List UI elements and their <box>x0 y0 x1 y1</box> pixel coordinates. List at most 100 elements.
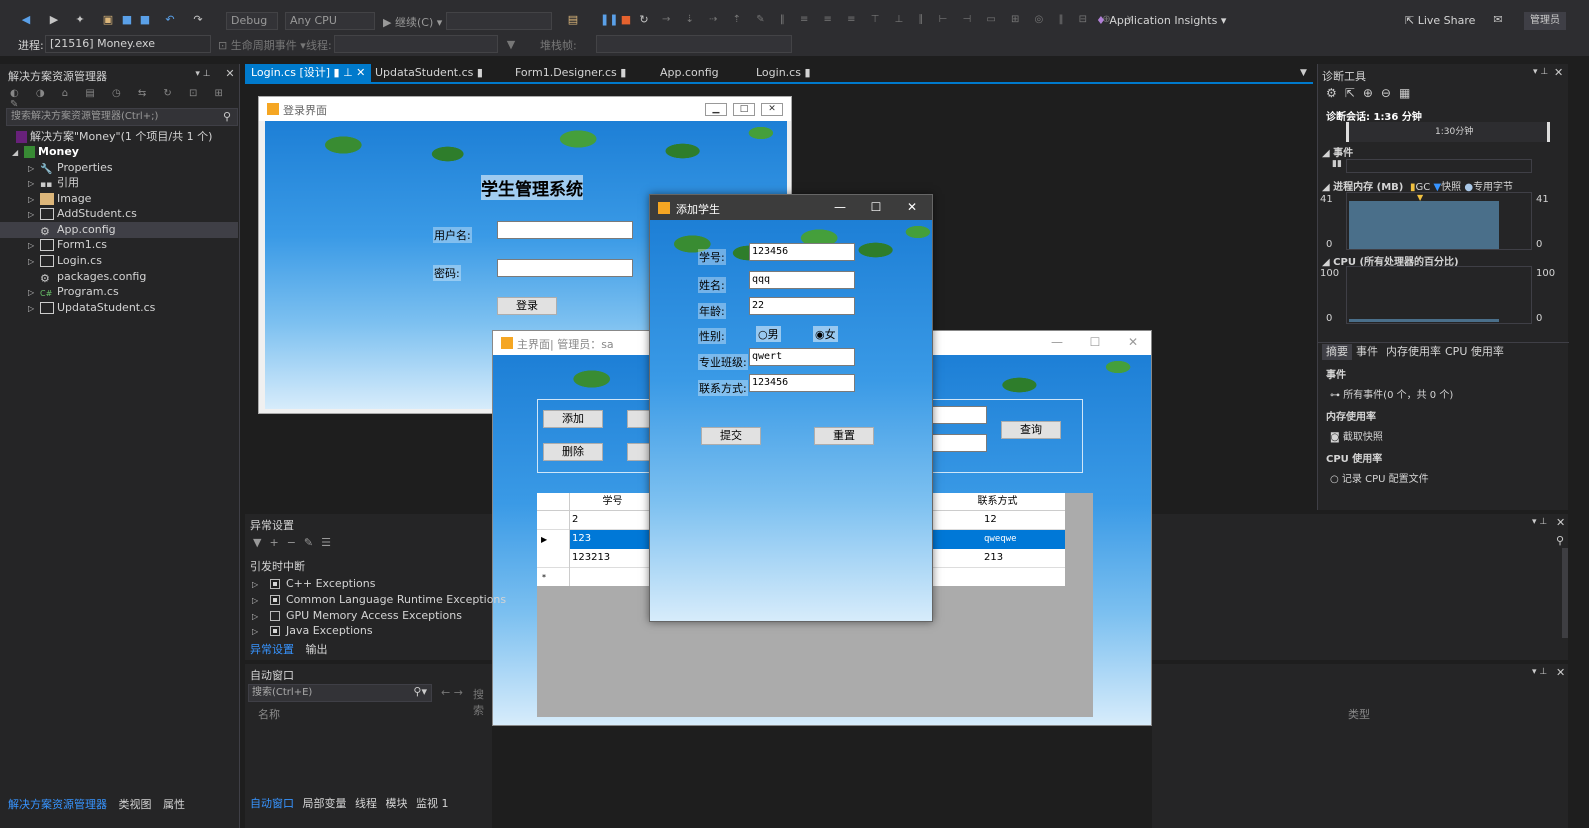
reset-view-icon[interactable]: ▦ <box>1399 86 1418 100</box>
tab-memory-usage[interactable]: 内存使用率 <box>1382 344 1445 360</box>
cpu-graph[interactable] <box>1346 266 1532 324</box>
stop-icon[interactable]: ■ <box>618 12 634 28</box>
search-icon[interactable]: ⚲ <box>1556 534 1564 547</box>
close-icon[interactable]: ✕ <box>761 103 783 116</box>
vertical-scrollbar[interactable] <box>1562 548 1568 638</box>
close-icon[interactable]: ✕ <box>1554 66 1563 79</box>
female-radio[interactable]: ◉女 <box>813 326 838 342</box>
undo-icon[interactable]: ↶ <box>162 12 178 28</box>
save-icon[interactable]: ■ <box>119 12 135 28</box>
query-input-1[interactable] <box>927 406 987 424</box>
settings-icon[interactable]: ⚙ <box>1326 86 1345 100</box>
lifecycle-dropdown[interactable]: ⊡ 生命周期事件 ▾ <box>218 37 306 53</box>
close-icon[interactable]: ✕ <box>1556 516 1565 529</box>
reset-button[interactable]: 重置 <box>814 427 874 445</box>
cell-contact[interactable]: 213 <box>981 549 1003 568</box>
close-icon[interactable]: ✕ <box>898 196 926 218</box>
minimize-icon[interactable]: — <box>826 196 854 218</box>
exception-row-gpu[interactable]: ▷ GPU Memory Access Exceptions <box>252 608 462 624</box>
minimize-icon[interactable]: — <box>1043 331 1071 353</box>
cell-contact[interactable]: qweqwe <box>981 530 1017 549</box>
add-icon[interactable]: + <box>269 536 286 549</box>
male-radio[interactable]: ○男 <box>756 326 781 342</box>
hot-reload-icon[interactable]: ▤ <box>565 12 581 28</box>
id-input[interactable]: 123456 <box>749 243 855 261</box>
solution-search-input[interactable]: 搜索解决方案资源管理器(Ctrl+;) ⚲ <box>6 108 238 126</box>
tab-login-cs[interactable]: Login.cs ▮ <box>750 64 817 82</box>
back-icon[interactable]: ◀ <box>18 12 34 28</box>
config-select[interactable]: Debug <box>226 12 278 30</box>
minimize-icon[interactable]: ▁ <box>705 103 727 116</box>
diag-timeline[interactable]: 1:30分钟 <box>1346 122 1550 142</box>
submit-button[interactable]: 提交 <box>701 427 761 445</box>
panel-pin-icon[interactable]: ▾ ⊥ <box>1532 667 1547 677</box>
export-icon[interactable]: ⇱ <box>1345 86 1363 100</box>
forward-icon[interactable]: ▶ <box>46 12 62 28</box>
maximize-icon[interactable]: ☐ <box>1081 331 1109 353</box>
tab-overflow-icon[interactable]: ▼ <box>1300 68 1307 78</box>
tree-item-updatastudent[interactable]: ▷ UpdataStudent.cs <box>0 300 238 316</box>
tab-autos[interactable]: 自动窗口 <box>245 797 299 810</box>
solution-root[interactable]: 解决方案"Money"(1 个项目/共 1 个) <box>0 129 238 145</box>
tab-class-view[interactable]: 类视图 <box>115 798 156 811</box>
grid-header-id[interactable]: 学号 <box>571 493 651 512</box>
edit-icon[interactable]: ✎ <box>304 536 321 549</box>
add-button[interactable]: 添加 <box>543 410 603 428</box>
memory-graph[interactable]: ▼ <box>1346 192 1532 250</box>
tree-item-addstudent[interactable]: ▷ AddStudent.cs <box>0 206 238 222</box>
redo-icon[interactable]: ↷ <box>190 12 206 28</box>
age-input[interactable]: 22 <box>749 297 855 315</box>
tree-item-form1[interactable]: ▷ Form1.cs <box>0 237 238 253</box>
pause-icon[interactable]: ❚❚ <box>600 12 618 28</box>
restart-icon[interactable]: ↻ <box>636 12 652 28</box>
feedback-icon[interactable]: ✉ <box>1490 12 1506 28</box>
cell-id[interactable]: 123213 <box>569 549 610 568</box>
list-icon[interactable]: ☰ <box>321 536 339 549</box>
insights-button[interactable]: ♦ Application Insights ▾ <box>1096 14 1226 27</box>
close-icon[interactable]: ✕ <box>222 66 238 82</box>
take-snapshot-button[interactable]: ◙ 截取快照 <box>1330 428 1383 443</box>
close-icon[interactable]: ✕ <box>1556 666 1565 679</box>
tab-watch1[interactable]: 监视 1 <box>416 797 449 810</box>
panel-pin-icon[interactable]: ▾ ⊥ <box>1532 517 1547 527</box>
grid-header-contact[interactable]: 联系方式 <box>927 493 1065 512</box>
platform-select[interactable]: Any CPU <box>285 12 375 30</box>
query-input-2[interactable] <box>927 434 987 452</box>
filter-icon[interactable]: ▼ <box>253 536 269 549</box>
tab-appconfig[interactable]: App.config <box>654 64 725 82</box>
delete-button[interactable]: 删除 <box>543 443 603 461</box>
exception-row-clr[interactable]: ▷ Common Language Runtime Exceptions <box>252 592 506 608</box>
tree-item-login[interactable]: ▷ Login.cs <box>0 253 238 269</box>
cell-id[interactable]: 2 <box>569 511 578 530</box>
continue-button[interactable]: ▶ 继续(C) ▾ <box>383 14 442 30</box>
tab-cpu-usage[interactable]: CPU 使用率 <box>1441 344 1508 360</box>
pin-icon[interactable]: ⊥ <box>343 66 356 79</box>
column-type-header[interactable]: 类型 <box>1348 706 1370 722</box>
major-input[interactable]: qwert <box>749 348 855 366</box>
column-name-header[interactable]: 名称 <box>258 706 280 722</box>
cell-contact[interactable]: 12 <box>981 511 997 530</box>
tab-solution-explorer[interactable]: 解决方案资源管理器 <box>0 798 111 811</box>
remove-icon[interactable]: − <box>287 536 304 549</box>
project-row[interactable]: ◢ Money <box>0 144 238 160</box>
zoom-in-icon[interactable]: ⊕ <box>1363 86 1381 100</box>
password-input[interactable] <box>497 259 633 277</box>
tab-locals[interactable]: 局部变量 <box>303 797 352 810</box>
checkbox-icon[interactable] <box>270 579 280 589</box>
open-icon[interactable]: ▣ <box>100 12 116 28</box>
hidden-button-1[interactable] <box>627 410 651 428</box>
tab-modules[interactable]: 模块 <box>386 797 413 810</box>
process-select[interactable]: [21516] Money.exe <box>45 35 211 53</box>
admin-badge[interactable]: 管理员 <box>1524 12 1566 30</box>
tree-item-image[interactable]: ▷ Image <box>0 191 238 207</box>
tree-item-appconfig[interactable]: ⚙ App.config <box>0 222 238 238</box>
hidden-button-2[interactable] <box>627 443 651 461</box>
tab-events[interactable]: 事件 <box>1352 344 1382 360</box>
tab-exception-settings[interactable]: 异常设置 <box>250 643 302 656</box>
checkbox-icon[interactable] <box>270 595 280 605</box>
tree-item-properties[interactable]: ▷ 🔧 Properties <box>0 160 238 176</box>
query-button[interactable]: 查询 <box>1001 421 1061 439</box>
close-icon[interactable]: ✕ <box>356 66 365 79</box>
target-select[interactable] <box>446 12 552 30</box>
checkbox-icon[interactable] <box>270 611 280 621</box>
